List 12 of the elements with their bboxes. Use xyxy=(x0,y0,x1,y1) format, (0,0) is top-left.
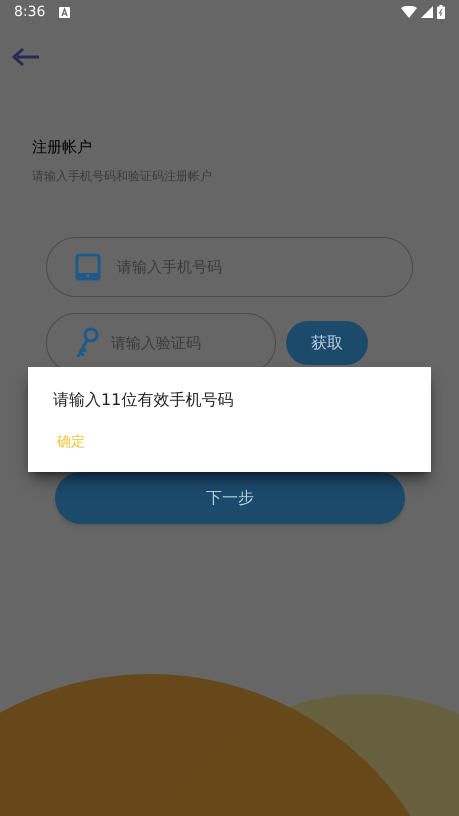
next-button[interactable]: 下一步 xyxy=(55,472,405,524)
signal-icon xyxy=(421,6,433,18)
battery-icon xyxy=(437,5,445,19)
status-time: 8:36 xyxy=(14,2,46,22)
tablet-icon xyxy=(75,252,101,280)
dialog-message: 请输入11位有效手机号码 xyxy=(53,389,234,411)
page-title: 注册帐户 xyxy=(32,137,93,158)
wifi-icon xyxy=(401,6,417,18)
notification-icon xyxy=(59,6,70,18)
get-code-button[interactable]: 获取 xyxy=(286,320,368,364)
back-arrow-icon[interactable] xyxy=(12,46,40,68)
key-icon xyxy=(76,326,100,358)
